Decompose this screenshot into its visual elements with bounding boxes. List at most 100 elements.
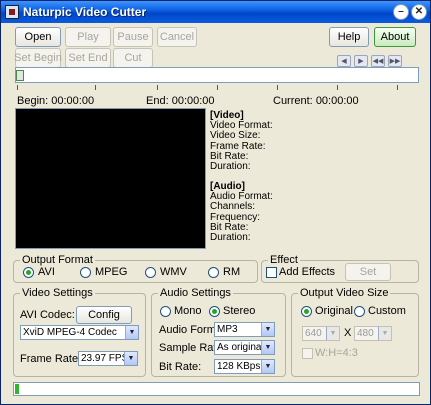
mono-label: Mono — [174, 305, 202, 317]
current-time: Current: 00:00:00 — [273, 95, 359, 107]
size-separator: X — [344, 327, 352, 339]
close-icon: ✕ — [414, 6, 424, 17]
original-size-label: Original — [315, 305, 353, 317]
format-avi-radio[interactable] — [23, 267, 34, 278]
stereo-label: Stereo — [223, 305, 256, 317]
progress-fill — [15, 384, 19, 394]
original-size-radio[interactable] — [301, 306, 312, 317]
rewind-button[interactable]: ◀◀ — [371, 55, 385, 67]
timeline-track[interactable] — [15, 67, 419, 83]
video-settings-group: Video Settings AVI Codec: Config XviD MP… — [13, 287, 146, 377]
close-button[interactable]: ✕ — [411, 4, 427, 20]
video-settings-legend: Video Settings — [20, 287, 95, 299]
chevron-down-icon: ▼ — [125, 326, 138, 339]
video-preview — [15, 108, 206, 249]
aspect-ratio-label: W:H=4:3 — [315, 347, 358, 359]
format-rm-radio[interactable] — [208, 267, 219, 278]
chevron-down-icon: ▼ — [261, 341, 274, 354]
frame-rate-value: 23.97 FPS — [81, 353, 129, 364]
frame-rate-label: Frame Rate: — [20, 353, 82, 365]
chevron-down-icon: ▼ — [326, 327, 339, 340]
progress-bar — [13, 382, 420, 396]
timeline-tick — [277, 85, 278, 90]
effect-set-button[interactable]: Set — [345, 263, 391, 281]
avi-codec-value: XviD MPEG-4 Codec — [23, 327, 117, 338]
timeline-tick — [17, 85, 18, 90]
mono-radio[interactable] — [160, 306, 171, 317]
height-select[interactable]: 480 ▼ — [354, 326, 392, 341]
main-window: Naturpic Video Cutter – ✕ Open Play Paus… — [0, 0, 431, 405]
audio-bit-rate-label: Bit Rate: — [159, 361, 202, 373]
next-frame-icon: ▶ — [358, 57, 364, 65]
format-mpeg-radio[interactable] — [80, 267, 91, 278]
timeline-tick — [217, 85, 218, 90]
format-wmv-radio[interactable] — [145, 267, 156, 278]
timeline-tick — [397, 85, 398, 90]
timeline-tick — [157, 85, 158, 90]
format-wmv-label: WMV — [160, 266, 187, 278]
add-effects-label: Add Effects — [279, 266, 336, 278]
video-info: [Video] Video Format: Video Size: Frame … — [210, 110, 273, 173]
set-begin-button[interactable]: Set Begin — [14, 48, 62, 68]
sample-rate-select[interactable]: As original ▼ — [214, 340, 275, 355]
about-button[interactable]: About — [374, 27, 416, 47]
rewind-icon: ◀◀ — [372, 57, 384, 65]
fast-forward-button[interactable]: ▶▶ — [388, 55, 402, 67]
timeline-tick — [95, 85, 96, 90]
avi-codec-select[interactable]: XviD MPEG-4 Codec ▼ — [20, 325, 139, 340]
sample-rate-value: As original — [217, 342, 264, 353]
audio-settings-legend: Audio Settings — [158, 287, 233, 299]
format-rm-label: RM — [223, 266, 241, 278]
pause-button[interactable]: Pause — [113, 27, 153, 47]
audio-bit-rate-select[interactable]: 128 KBps ▼ — [214, 359, 275, 374]
title-bar[interactable]: Naturpic Video Cutter – ✕ — [1, 1, 430, 23]
chevron-down-icon: ▼ — [378, 327, 391, 340]
stereo-radio[interactable] — [209, 306, 220, 317]
prev-frame-icon: ◀ — [341, 57, 347, 65]
fast-forward-icon: ▶▶ — [389, 57, 401, 65]
effect-group: Effect Add Effects Set — [261, 254, 419, 283]
end-time: End: 00:00:00 — [146, 95, 215, 107]
audio-duration-label: Duration: — [210, 232, 251, 244]
audio-format-value: MP3 — [217, 324, 238, 335]
height-value: 480 — [357, 328, 374, 339]
minimize-icon: – — [398, 6, 404, 17]
video-duration-label: Duration: — [210, 161, 251, 173]
window-title: Naturpic Video Cutter — [23, 5, 147, 19]
cancel-button[interactable]: Cancel — [157, 27, 197, 47]
format-avi-label: AVI — [38, 266, 55, 278]
audio-bit-rate-value: 128 KBps — [217, 361, 261, 372]
width-value: 640 — [305, 328, 322, 339]
app-icon — [5, 5, 19, 19]
width-select[interactable]: 640 ▼ — [302, 326, 340, 341]
prev-frame-button[interactable]: ◀ — [337, 55, 351, 67]
format-mpeg-label: MPEG — [95, 266, 128, 278]
aspect-ratio-checkbox[interactable] — [302, 348, 313, 359]
config-button[interactable]: Config — [76, 306, 132, 324]
begin-time: Begin: 00:00:00 — [17, 95, 95, 107]
help-button[interactable]: Help — [329, 27, 369, 47]
open-button[interactable]: Open — [15, 27, 61, 47]
audio-format-select[interactable]: MP3 ▼ — [214, 322, 275, 337]
cut-button[interactable]: Cut — [113, 48, 153, 68]
chevron-down-icon: ▼ — [261, 360, 274, 373]
avi-codec-label: AVI Codec: — [20, 309, 75, 321]
next-frame-button[interactable]: ▶ — [354, 55, 368, 67]
custom-size-radio[interactable] — [354, 306, 365, 317]
output-format-legend: Output Format — [20, 254, 95, 266]
chevron-down-icon: ▼ — [124, 352, 137, 365]
audio-settings-group: Audio Settings Mono Stereo Audio Format:… — [151, 287, 286, 377]
add-effects-checkbox[interactable] — [266, 267, 277, 278]
custom-size-label: Custom — [368, 305, 406, 317]
set-end-button[interactable]: Set End — [65, 48, 111, 68]
timeline-slider-thumb[interactable] — [16, 70, 24, 81]
play-button[interactable]: Play — [65, 27, 111, 47]
minimize-button[interactable]: – — [393, 4, 409, 20]
output-size-group: Output Video Size Original Custom 640 ▼ … — [291, 287, 419, 377]
frame-rate-select[interactable]: 23.97 FPS ▼ — [78, 351, 138, 366]
timeline-tick — [337, 85, 338, 90]
output-size-legend: Output Video Size — [298, 287, 391, 299]
effect-legend: Effect — [268, 254, 300, 266]
output-format-group: Output Format AVI MPEG WMV RM — [13, 254, 258, 283]
chevron-down-icon: ▼ — [261, 323, 274, 336]
